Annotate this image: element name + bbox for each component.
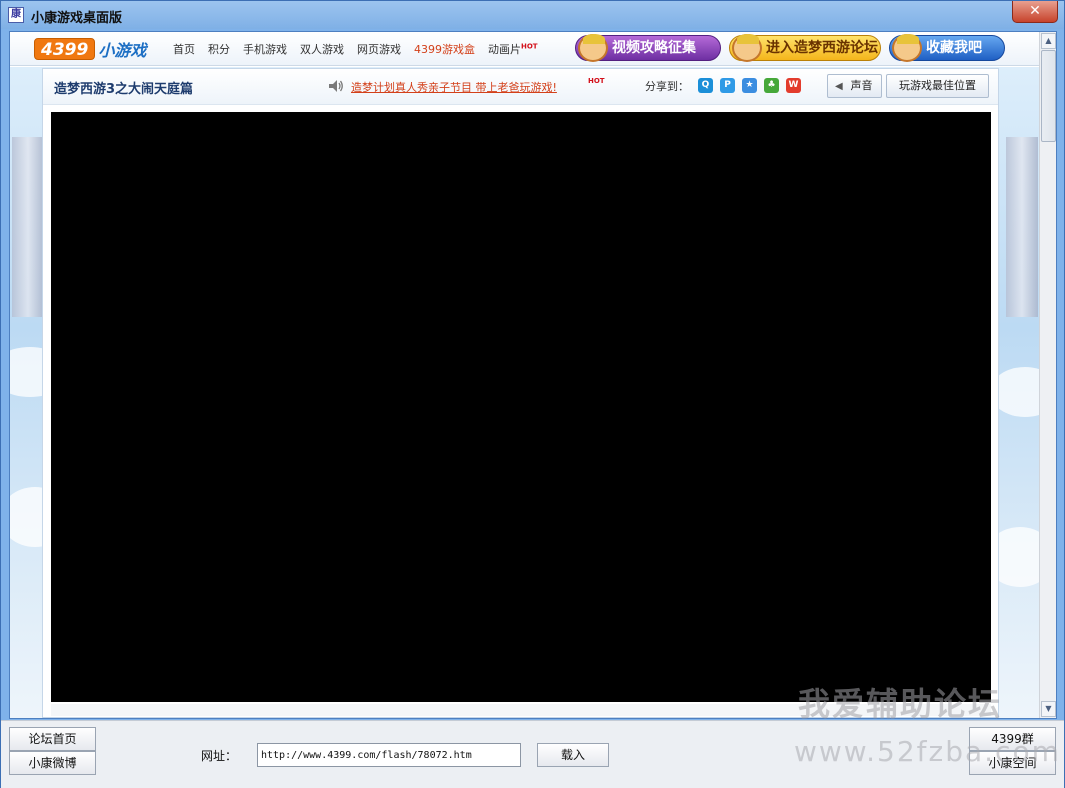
qq-share-icon[interactable]: Q <box>698 78 713 93</box>
title-bar[interactable]: 康 小康游戏桌面版 ✕ <box>1 1 1064 29</box>
load-button[interactable]: 载入 <box>537 743 609 767</box>
forum-home-button[interactable]: 论坛首页 <box>9 727 96 751</box>
nav-link-cartoons-label: 动画片 <box>488 43 521 56</box>
watermark-title: 我爱辅助论坛 <box>798 685 1003 723</box>
add-favorite-banner-button[interactable]: 收藏我吧 <box>889 34 1005 62</box>
scroll-down-arrow-icon[interactable]: ▼ <box>1041 701 1056 717</box>
window-title: 小康游戏桌面版 <box>31 11 123 26</box>
app-icon: 康 <box>8 7 24 23</box>
temple-pillar-left <box>12 137 44 317</box>
weibo-button[interactable]: 小康微博 <box>9 751 96 775</box>
vertical-scrollbar[interactable]: ▲ ▼ <box>1039 32 1056 718</box>
scroll-up-arrow-icon[interactable]: ▲ <box>1041 33 1056 49</box>
top-navigation: 4399 小游戏 首页 积分 手机游戏 双人游戏 网页游戏 4399游戏盒 动画… <box>10 32 1040 66</box>
video-guide-banner-button[interactable]: 视频攻略征集 <box>575 34 721 62</box>
browser-client-area: 4399 小游戏 首页 积分 手机游戏 双人游戏 网页游戏 4399游戏盒 动画… <box>9 31 1057 719</box>
monkey-face-icon <box>578 34 608 62</box>
promo-link[interactable]: 造梦计划真人秀亲子节目 带上老爸玩游戏! <box>351 79 557 95</box>
share-label: 分享到： <box>645 80 689 93</box>
close-button[interactable]: ✕ <box>1012 1 1058 23</box>
scrollbar-thumb[interactable] <box>1041 50 1056 142</box>
game-panel: 造梦西游3之大闹天庭篇 造梦计划真人秀亲子节目 带上老爸玩游戏! HOT 分享到… <box>42 68 999 718</box>
video-guide-label: 视频攻略征集 <box>612 40 696 56</box>
qzone-share-icon[interactable]: P <box>720 78 735 93</box>
flash-game-canvas[interactable] <box>51 112 991 702</box>
nav-links: 首页 积分 手机游戏 双人游戏 网页游戏 4399游戏盒 动画片HOT <box>173 41 551 57</box>
nav-link-web-games[interactable]: 网页游戏 <box>357 41 401 57</box>
nav-link-home[interactable]: 首页 <box>173 41 195 57</box>
enter-forum-banner-button[interactable]: 进入造梦西游论坛 <box>729 34 881 62</box>
temple-pillar-right <box>1006 137 1038 317</box>
nav-link-cartoons[interactable]: 动画片HOT <box>488 41 538 57</box>
nav-link-game-box[interactable]: 4399游戏盒 <box>414 41 475 57</box>
logo-number: 4399 <box>34 38 96 60</box>
watermark-url: www.52fzba.com <box>794 735 1061 768</box>
hot-badge: HOT <box>521 42 538 51</box>
star-share-icon[interactable]: ★ <box>742 78 757 93</box>
sound-icon: ◀ <box>835 81 843 92</box>
game-panel-header: 造梦西游3之大闹天庭篇 造梦计划真人秀亲子节目 带上老爸玩游戏! HOT 分享到… <box>43 69 998 105</box>
monkey-face-icon <box>892 34 922 62</box>
url-input[interactable] <box>257 743 521 767</box>
sound-button-label: 声音 <box>850 79 873 92</box>
nav-link-mobile-games[interactable]: 手机游戏 <box>243 41 287 57</box>
url-label: 网址： <box>201 749 238 763</box>
add-favorite-label: 收藏我吧 <box>926 40 982 56</box>
weibo-share-icon[interactable]: W <box>786 78 801 93</box>
promo-hot-badge: HOT <box>588 77 605 85</box>
app-window: 康 小康游戏桌面版 ✕ 4399 小游戏 首页 积分 手机游戏 双人游戏 网页游… <box>0 0 1065 788</box>
game-title: 造梦西游3之大闹天庭篇 <box>54 82 194 97</box>
site-logo[interactable]: 4399 小游戏 <box>34 37 146 61</box>
nav-link-two-player[interactable]: 双人游戏 <box>300 41 344 57</box>
monkey-face-icon <box>732 34 762 62</box>
speaker-icon <box>329 80 343 92</box>
best-position-button[interactable]: 玩游戏最佳位置 <box>886 74 989 98</box>
logo-text: 小游戏 <box>98 41 147 60</box>
sound-button[interactable]: ◀ 声音 <box>827 74 882 98</box>
clover-share-icon[interactable]: ♣ <box>764 78 779 93</box>
enter-forum-label: 进入造梦西游论坛 <box>766 40 878 56</box>
nav-link-points[interactable]: 积分 <box>208 41 230 57</box>
